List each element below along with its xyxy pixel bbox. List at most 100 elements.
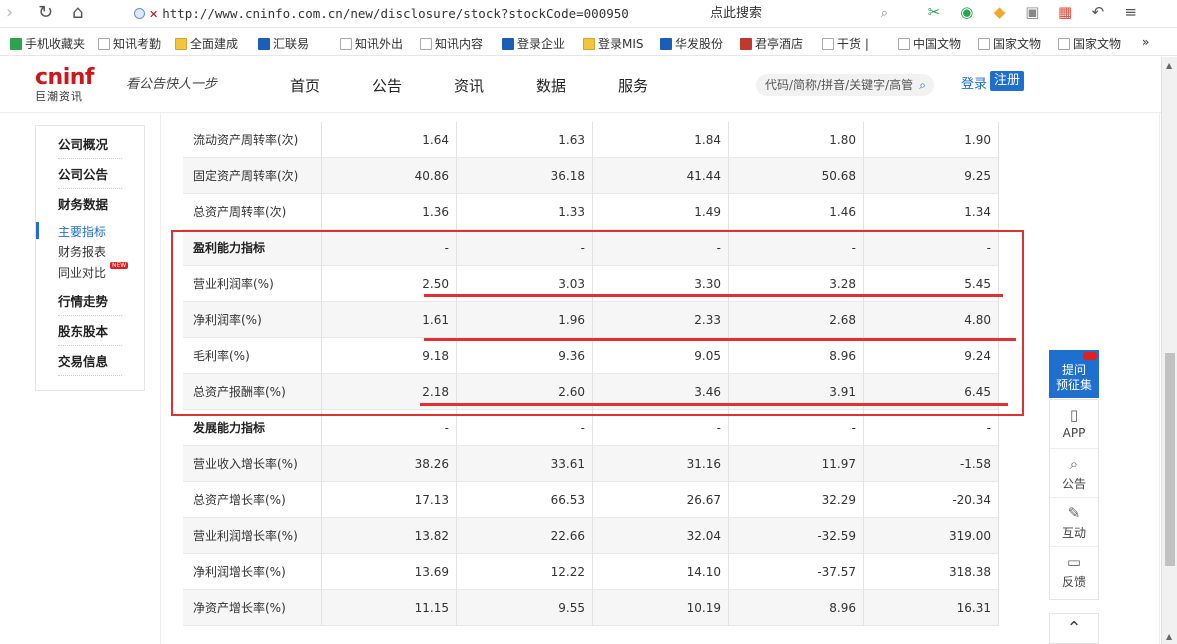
float-announcement[interactable]: ⌕ 公告 bbox=[1050, 449, 1098, 498]
table-cell: 1.33 bbox=[458, 194, 593, 230]
table-cell: 1.90 bbox=[864, 122, 999, 158]
float-feedback-label: 反馈 bbox=[1061, 575, 1086, 589]
sidebar-item-overview[interactable]: 公司概况 bbox=[58, 134, 122, 159]
sidebar-sub-peer-comparison[interactable]: 同业对比 bbox=[58, 264, 106, 281]
bookmarks-bar: 手机收藏夹 知讯考勤 全面建成 汇联易 知讯外出 知讯内容 登录企业 登录MIS… bbox=[0, 30, 1177, 56]
reload-icon[interactable]: ↻ bbox=[38, 2, 53, 23]
nav-news[interactable]: 资讯 bbox=[454, 75, 536, 96]
nav-services[interactable]: 服务 bbox=[618, 75, 700, 96]
bookmark-item[interactable]: 君亭酒店 bbox=[740, 35, 803, 52]
bookmark-item[interactable]: 华发股份 bbox=[660, 35, 723, 52]
bookmark-item[interactable]: 登录企业 bbox=[502, 35, 565, 52]
table-cell: 22.66 bbox=[458, 518, 593, 554]
login-link[interactable]: 登录 bbox=[961, 73, 987, 92]
ask-sublabel: 预征集 bbox=[1055, 378, 1092, 392]
sidebar-item-market-trend[interactable]: 行情走势 bbox=[58, 291, 122, 316]
main-nav: 首页 公告 资讯 数据 服务 bbox=[290, 75, 700, 96]
bookmark-item[interactable]: 知讯外出 bbox=[340, 35, 403, 52]
sidebar-sub-key-indicators[interactable]: 主要指标 bbox=[58, 223, 106, 240]
annotation-underline bbox=[424, 338, 1016, 341]
sidebar-item-financial-data[interactable]: 财务数据 bbox=[58, 194, 122, 218]
edit-icon: ✎ bbox=[1067, 504, 1081, 522]
table-cell: 8.96 bbox=[729, 590, 864, 626]
table-cell: 11.97 bbox=[729, 446, 864, 482]
bookmark-item[interactable]: 国家文物 bbox=[1058, 35, 1121, 52]
annotation-underline bbox=[424, 294, 1003, 297]
table-cell: 1.80 bbox=[729, 122, 864, 158]
table-row: 固定资产周转率(次) 40.86 36.18 41.44 50.68 9.25 bbox=[183, 158, 999, 194]
nav-announcements[interactable]: 公告 bbox=[372, 75, 454, 96]
bookmark-item[interactable]: 知讯内容 bbox=[420, 35, 483, 52]
back-to-top-button[interactable]: ⌃ bbox=[1049, 613, 1099, 644]
table-cell: 41.44 bbox=[594, 158, 729, 194]
float-interact[interactable]: ✎ 互动 bbox=[1050, 498, 1098, 547]
scrollbar-thumb[interactable] bbox=[1165, 353, 1175, 566]
forward-icon[interactable]: › bbox=[6, 2, 13, 23]
logo-subtitle: 巨潮资讯 bbox=[35, 90, 83, 103]
annotation-underline bbox=[420, 403, 1008, 406]
table-cell: 1.64 bbox=[322, 122, 457, 158]
row-label: 营业收入增长率(%) bbox=[183, 446, 322, 482]
page-scrollbar[interactable]: ▲ ▲ bbox=[1161, 57, 1177, 644]
bookmark-item[interactable]: 国家文物 bbox=[978, 35, 1041, 52]
table-cell: 40.86 bbox=[322, 158, 457, 194]
bookmark-item[interactable]: 干货 | bbox=[822, 35, 869, 52]
security-icon bbox=[134, 8, 145, 19]
document-search-icon: ⌕ bbox=[1069, 455, 1079, 473]
logo-text: cninf bbox=[35, 65, 94, 90]
register-button[interactable]: 注册 bbox=[990, 71, 1025, 91]
table-cell: 318.38 bbox=[864, 554, 999, 590]
table-cell: 13.69 bbox=[322, 554, 457, 590]
sidebar-item-trading-info[interactable]: 交易信息 bbox=[58, 351, 122, 376]
home-icon[interactable]: ⌂ bbox=[72, 2, 83, 23]
sidebar-item-shareholders[interactable]: 股东股本 bbox=[58, 321, 122, 346]
sidebar-sub-financial-statements[interactable]: 财务报表 bbox=[58, 243, 106, 260]
apps-icon[interactable]: ▦ bbox=[1051, 3, 1079, 21]
undo-icon[interactable]: ↶ bbox=[1084, 3, 1112, 21]
search-icon[interactable]: ⌕ bbox=[881, 3, 888, 25]
scroll-up-icon[interactable]: ▲ bbox=[1166, 61, 1172, 70]
sidebar-item-announcements[interactable]: 公司公告 bbox=[58, 164, 122, 189]
float-app[interactable]: ▯ APP bbox=[1050, 400, 1098, 449]
search-icon[interactable]: ⌕ bbox=[919, 74, 926, 96]
scroll-down-icon[interactable]: ▲ bbox=[1166, 632, 1172, 641]
toolbar-icons: ✂ ◉ ◆ ▣ ▦ ↶ ≡ bbox=[920, 3, 1145, 25]
nav-home[interactable]: 首页 bbox=[290, 75, 372, 96]
nav-data[interactable]: 数据 bbox=[536, 75, 618, 96]
table-cell: 11.15 bbox=[322, 590, 457, 626]
table-cell: 1.63 bbox=[458, 122, 593, 158]
bookmark-item[interactable]: 登录MIS bbox=[583, 35, 644, 52]
row-label: 净资产增长率(%) bbox=[183, 590, 322, 626]
translate-icon[interactable]: ◉ bbox=[953, 3, 981, 21]
bookmark-item[interactable]: 汇联易 bbox=[258, 35, 309, 52]
annotation-box bbox=[171, 230, 1024, 416]
float-feedback[interactable]: ▭ 反馈 bbox=[1050, 547, 1098, 596]
shield-icon[interactable]: ◆ bbox=[986, 3, 1014, 21]
cninfo-logo[interactable]: cninf 巨潮资讯 bbox=[35, 65, 94, 104]
bookmark-item[interactable]: 中国文物 bbox=[898, 35, 961, 52]
row-label: 固定资产周转率(次) bbox=[183, 158, 322, 194]
float-interact-label: 互动 bbox=[1061, 526, 1086, 540]
bookmark-item[interactable]: 知讯考勤 bbox=[98, 35, 161, 52]
address-bar[interactable]: ✕ http://www.cninfo.com.cn/new/disclosure… bbox=[130, 3, 690, 25]
bookmark-item[interactable]: 手机收藏夹 bbox=[10, 35, 85, 52]
site-header: cninf 巨潮资讯 看公告快人一步 首页 公告 资讯 数据 服务 代码/简称/拼音/关… bbox=[0, 57, 1161, 113]
ask-label: 提问 bbox=[1061, 363, 1086, 377]
bookmark-item[interactable]: 全面建成 bbox=[175, 35, 238, 52]
float-announcement-label: 公告 bbox=[1061, 477, 1086, 491]
browser-toolbar: › ↻ ⌂ ✕ http://www.cninfo.com.cn/new/disc… bbox=[0, 0, 1177, 28]
table-cell: 1.84 bbox=[594, 122, 729, 158]
float-toolbar: ▯ APP ⌕ 公告 ✎ 互动 ▭ 反馈 bbox=[1049, 399, 1099, 600]
browser-search-input[interactable]: 点此搜索 ⌕ bbox=[700, 3, 890, 25]
image-icon[interactable]: ▣ bbox=[1018, 3, 1046, 21]
site-search-input[interactable]: 代码/简称/拼音/关键字/高管 ⌕ bbox=[756, 74, 934, 96]
new-badge: NEW bbox=[110, 262, 129, 269]
table-cell: 36.18 bbox=[458, 158, 593, 194]
table-row: 净利润增长率(%) 13.69 12.22 14.10 -37.57 318.38 bbox=[183, 554, 999, 590]
scissors-icon[interactable]: ✂ bbox=[920, 3, 948, 21]
row-label: 总资产增长率(%) bbox=[183, 482, 322, 518]
ask-question-button[interactable]: 提问 预征集 bbox=[1049, 350, 1099, 398]
menu-icon[interactable]: ≡ bbox=[1117, 3, 1145, 21]
bookmarks-overflow[interactable]: » bbox=[1142, 35, 1149, 49]
table-cell: 17.13 bbox=[322, 482, 457, 518]
